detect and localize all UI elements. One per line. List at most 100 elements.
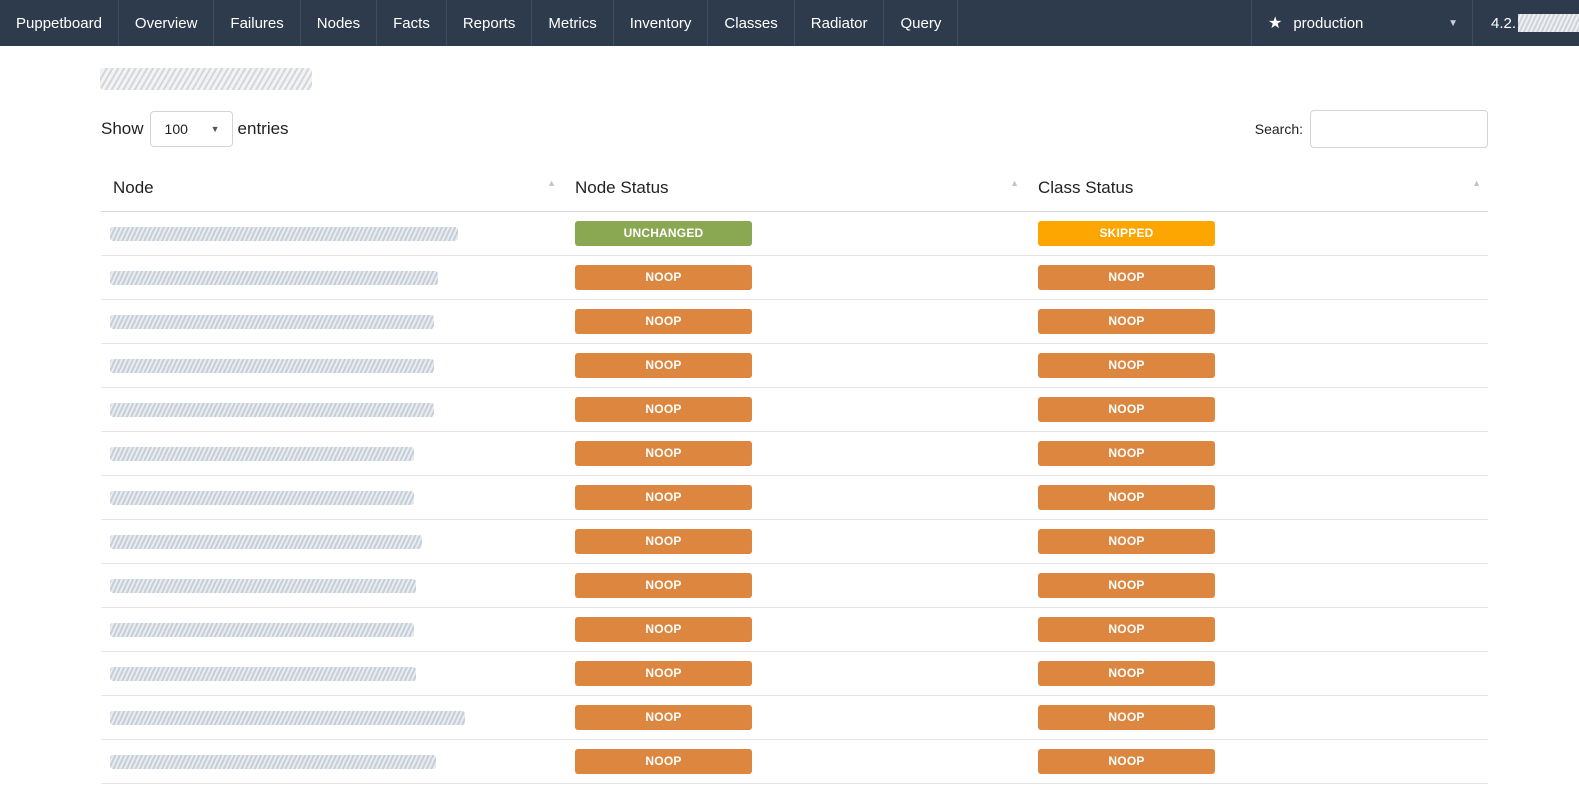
class-status-badge[interactable]: NOOP [1038,617,1215,642]
class-status-badge[interactable]: NOOP [1038,573,1215,598]
node-cell [101,651,563,696]
node-status-badge[interactable]: UNCHANGED [575,221,752,246]
caret-down-icon: ▼ [1448,17,1458,29]
column-header-label: Class Status [1038,178,1134,197]
nav-metrics[interactable]: Metrics [532,0,614,46]
search-input[interactable] [1310,110,1488,148]
node-link-redacted[interactable] [110,490,414,505]
nav-radiator[interactable]: Radiator [795,0,885,46]
class-status-badge[interactable]: NOOP [1038,705,1215,730]
node-cell [101,739,563,784]
nav-nodes[interactable]: Nodes [301,0,378,46]
entries-select[interactable]: 100 ▼ [149,111,233,147]
table-row: NOOP NOOP [101,299,1488,344]
class-status-badge[interactable]: NOOP [1038,749,1215,774]
node-link-redacted[interactable] [110,534,422,549]
node-status-cell: NOOP [563,343,1026,388]
top-navbar: Puppetboard Overview Failures Nodes Fact… [0,0,1579,46]
class-status-cell: NOOP [1026,431,1488,476]
column-header-node[interactable]: Node ▲ [101,165,563,212]
sort-asc-icon: ▲ [547,178,556,188]
node-status-cell: NOOP [563,299,1026,344]
node-link-redacted[interactable] [110,270,438,285]
node-cell [101,211,563,256]
node-status-cell: UNCHANGED [563,211,1026,256]
node-status-badge[interactable]: NOOP [575,705,752,730]
column-header-class-status[interactable]: Class Status ▲ [1026,165,1488,212]
node-link-redacted[interactable] [110,446,414,461]
class-status-badge[interactable]: SKIPPED [1038,221,1215,246]
node-status-badge[interactable]: NOOP [575,617,752,642]
node-link-redacted[interactable] [110,358,434,373]
node-status-badge[interactable]: NOOP [575,441,752,466]
class-status-cell: SKIPPED [1026,211,1488,256]
table-header-row: Node ▲ Node Status ▲ Class Status ▲ [101,165,1488,212]
column-header-label: Node Status [575,178,669,197]
sort-asc-icon: ▲ [1472,178,1481,188]
nav-overview[interactable]: Overview [119,0,215,46]
table-row: NOOP NOOP [101,475,1488,520]
class-status-badge[interactable]: NOOP [1038,485,1215,510]
node-link-redacted[interactable] [110,622,414,637]
node-status-badge[interactable]: NOOP [575,353,752,378]
node-status-badge[interactable]: NOOP [575,573,752,598]
caret-down-icon: ▼ [210,124,220,134]
class-status-badge[interactable]: NOOP [1038,353,1215,378]
nav-reports[interactable]: Reports [447,0,533,46]
class-status-cell: NOOP [1026,387,1488,432]
class-status-badge[interactable]: NOOP [1038,441,1215,466]
sort-asc-icon: ▲ [1010,178,1019,188]
node-status-cell: NOOP [563,695,1026,740]
table-row: NOOP NOOP [101,563,1488,608]
node-link-redacted[interactable] [110,402,434,417]
node-cell [101,607,563,652]
node-status-badge[interactable]: NOOP [575,397,752,422]
class-status-cell: NOOP [1026,563,1488,608]
nav-query[interactable]: Query [884,0,959,46]
nav-classes[interactable]: Classes [708,0,795,46]
nav-failures[interactable]: Failures [214,0,301,46]
class-status-cell: NOOP [1026,739,1488,784]
class-status-cell: NOOP [1026,475,1488,520]
node-link-redacted[interactable] [110,754,436,769]
node-cell [101,475,563,520]
node-status-badge[interactable]: NOOP [575,661,752,686]
node-link-redacted[interactable] [110,314,434,329]
node-link-redacted[interactable] [110,226,458,241]
table-row: NOOP NOOP [101,651,1488,696]
node-link-redacted[interactable] [110,578,416,593]
table-row: NOOP NOOP [101,739,1488,784]
node-status-badge[interactable]: NOOP [575,265,752,290]
nodes-table: Node ▲ Node Status ▲ Class Status ▲ UNCHANG… [101,165,1488,784]
node-status-badge[interactable]: NOOP [575,485,752,510]
entries-length-control: Show 100 ▼ entries [101,110,289,148]
nav-facts[interactable]: Facts [377,0,447,46]
table-body: UNCHANGED SKIPPED NOOP NOOP NOOP NOOP NOOP NOOP… [101,211,1488,784]
search-label: Search: [1254,121,1303,137]
node-status-cell: NOOP [563,431,1026,476]
node-status-badge[interactable]: NOOP [575,749,752,774]
table-row: NOOP NOOP [101,519,1488,564]
table-search: Search: [1255,110,1488,148]
class-status-badge[interactable]: NOOP [1038,661,1215,686]
class-status-badge[interactable]: NOOP [1038,309,1215,334]
show-label: Show [101,119,144,138]
entries-label: entries [237,119,289,138]
class-status-badge[interactable]: NOOP [1038,397,1215,422]
nav-inventory[interactable]: Inventory [614,0,709,46]
node-status-badge[interactable]: NOOP [575,529,752,554]
node-status-cell: NOOP [563,607,1026,652]
node-status-badge[interactable]: NOOP [575,309,752,334]
node-cell [101,563,563,608]
node-status-cell: NOOP [563,651,1026,696]
version-redacted [1518,14,1579,32]
class-status-cell: NOOP [1026,695,1488,740]
class-status-badge[interactable]: NOOP [1038,265,1215,290]
class-status-badge[interactable]: NOOP [1038,529,1215,554]
column-header-node-status[interactable]: Node Status ▲ [563,165,1026,212]
node-link-redacted[interactable] [110,710,465,725]
column-header-label: Node [113,178,154,197]
environment-dropdown[interactable]: ★ production ▼ [1251,0,1473,46]
nav-brand-puppetboard[interactable]: Puppetboard [0,0,119,46]
node-link-redacted[interactable] [110,666,416,681]
